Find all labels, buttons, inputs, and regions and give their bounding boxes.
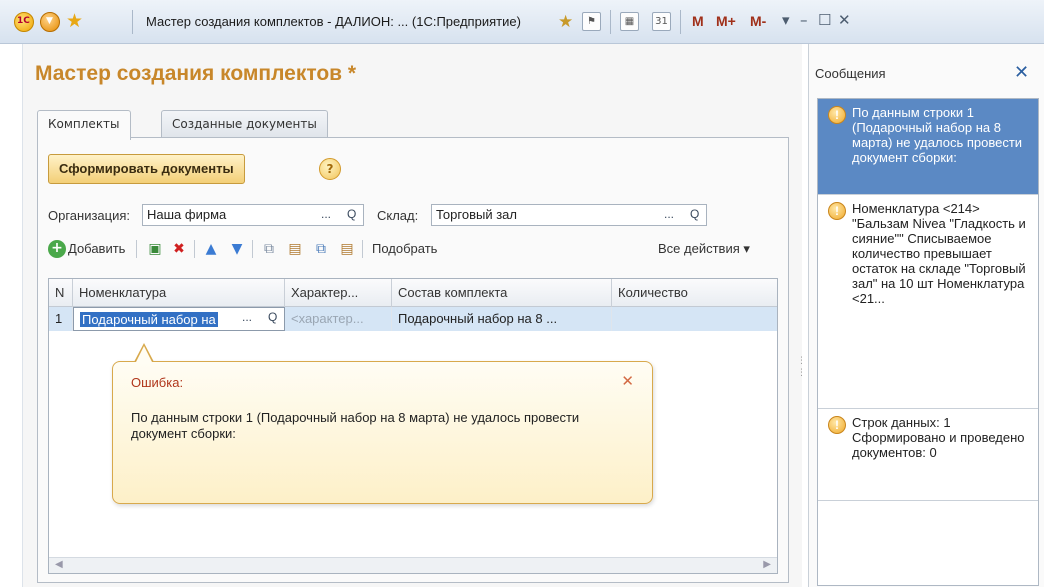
scroll-left-icon[interactable]: ◀ [55,559,63,570]
column-header-n[interactable]: N [49,279,73,307]
titlebar-divider [132,10,133,34]
close-icon[interactable]: ✕ [838,11,851,29]
error-balloon: Ошибка: ✕ По данным строки 1 (Подарочный… [112,361,653,504]
error-balloon-pointer-inner [136,346,152,362]
messages-panel: Сообщения ✕ ! По данным строки 1 (Подаро… [808,44,1044,587]
warning-icon: ! [828,202,846,220]
column-header-composition[interactable]: Состав комплекта [392,279,612,307]
warning-icon: ! [828,106,846,124]
copy-documents-icon[interactable]: ⧉ [312,240,330,258]
scroll-right-icon[interactable]: ▶ [763,559,771,570]
nomenclature-select-button[interactable]: ... [242,310,253,324]
message-text: Строк данных: 1 Сформировано и проведено… [852,415,1025,460]
message-text: По данным строки 1 (Подарочный набор на … [852,105,1023,165]
toolbar-divider [252,240,253,258]
add-icon[interactable]: + [48,240,66,258]
generate-documents-button[interactable]: Сформировать документы [48,154,245,184]
calendar-icon[interactable]: 31 [652,12,671,31]
move-up-icon[interactable]: ▲ [202,240,220,258]
add-button[interactable]: Добавить [68,241,125,256]
cell-composition[interactable]: Подарочный набор на 8 ... [392,307,612,331]
panel-splitter[interactable]: ⋮ ⋮ [797,355,806,379]
column-header-characteristic[interactable]: Характер... [285,279,392,307]
app-logo-text: 1С [17,16,30,26]
close-icon[interactable]: ✕ [621,372,634,390]
column-header-quantity[interactable]: Количество [612,279,777,307]
message-item[interactable]: ! По данным строки 1 (Подарочный набор н… [818,99,1038,195]
grid-toolbar: + Добавить ▣ ✖ ▲ ▼ ⧉ ▤ ⧉ ▤ Подобрать Все… [48,236,778,262]
titlebar-divider [610,10,611,34]
titlebar-divider [680,10,681,34]
wizard-form: Мастер создания комплектов * Комплекты С… [22,44,802,587]
chevron-down-icon: ▼ [46,16,53,26]
dropdown-arrow-icon[interactable]: ▾ [782,11,790,29]
error-title: Ошибка: [131,375,184,390]
toolbar-divider [194,240,195,258]
organization-label: Организация: [48,208,131,223]
select-button[interactable]: Подобрать [372,241,437,256]
cell-n: 1 [49,307,73,331]
message-text: Номенклатура <214> "Бальзам Nivea "Гладк… [852,201,1026,306]
memory-m-plus-button[interactable]: M+ [716,13,736,29]
search-icon[interactable]: Q [268,310,277,324]
memory-m-button[interactable]: M [692,13,704,29]
minimize-icon[interactable]: – [800,11,808,29]
help-icon[interactable]: ? [319,158,341,180]
main-menu-button[interactable]: ▼ [40,12,60,32]
warehouse-select-button[interactable]: ... [664,207,674,221]
horizontal-scrollbar[interactable]: ◀ ▶ [49,557,777,573]
toolbar-divider [362,240,363,258]
toolbar-divider [136,240,137,258]
maximize-icon[interactable]: ☐ [818,11,831,29]
move-down-icon[interactable]: ▼ [228,240,246,258]
cell-characteristic[interactable]: <характер... [285,307,392,331]
cell-quantity[interactable] [612,307,777,331]
paste-documents-icon[interactable]: ▤ [338,240,356,258]
window-titlebar: 1С ▼ ★ Мастер создания комплектов - ДАЛИ… [0,0,1044,44]
message-item[interactable]: ! Номенклатура <214> "Бальзам Nivea "Гла… [818,195,1038,409]
tab-created-documents[interactable]: Созданные документы [161,110,328,138]
tab-kits[interactable]: Комплекты [37,110,131,140]
table-row[interactable]: 1 Подарочный набор на ... Q <характер...… [49,307,777,331]
cell-nomenclature-editor[interactable]: Подарочный набор на ... Q [73,307,285,331]
cell-nomenclature-value: Подарочный набор на [80,312,218,327]
error-message: По данным строки 1 (Подарочный набор на … [131,410,580,441]
messages-list: ! По данным строки 1 (Подарочный набор н… [817,98,1039,586]
message-item[interactable]: ! Строк данных: 1 Сформировано и проведе… [818,409,1038,501]
copy-row-icon[interactable]: ▣ [146,240,164,258]
organization-select-button[interactable]: ... [321,207,331,221]
paste-icon[interactable]: ▤ [286,240,304,258]
link-icon[interactable]: ⚑ [582,12,601,31]
search-icon[interactable]: Q [347,207,356,221]
warehouse-label: Склад: [377,208,419,223]
calculator-icon[interactable]: ▦ [620,12,639,31]
organization-field[interactable]: Наша фирма ... Q [142,204,364,226]
warning-icon: ! [828,416,846,434]
table-header: N Номенклатура Характер... Состав компле… [49,279,777,307]
memory-m-minus-button[interactable]: M- [750,13,766,29]
messages-title: Сообщения [815,66,886,81]
organization-value: Наша фирма [147,207,227,222]
close-icon[interactable]: ✕ [1014,62,1029,83]
search-icon[interactable]: Q [690,207,699,221]
column-header-nomenclature[interactable]: Номенклатура [73,279,285,307]
delete-icon[interactable]: ✖ [170,240,188,258]
add-favorite-icon[interactable]: ★ [558,12,573,32]
copy-icon[interactable]: ⧉ [260,240,278,258]
warehouse-value: Торговый зал [436,207,517,222]
warehouse-field[interactable]: Торговый зал ... Q [431,204,707,226]
favorite-star-icon[interactable]: ★ [66,10,83,32]
app-logo-icon[interactable]: 1С [14,12,34,32]
window-title: Мастер создания комплектов - ДАЛИОН: ...… [146,14,521,29]
page-title: Мастер создания комплектов * [35,62,357,85]
all-actions-menu[interactable]: Все действия ▾ [658,241,750,257]
